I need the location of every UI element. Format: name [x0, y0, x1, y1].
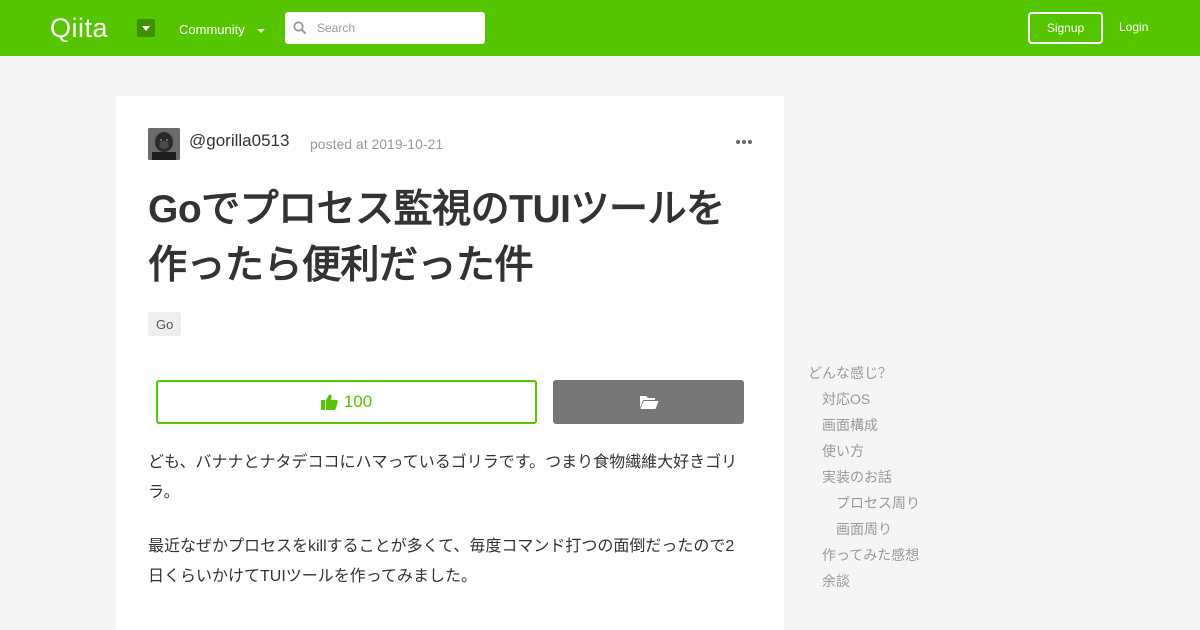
- toc-item[interactable]: 余談: [808, 570, 1008, 596]
- login-link[interactable]: Login: [1119, 20, 1148, 34]
- search-icon: [293, 21, 307, 35]
- header-bar: Qiita Community Signup Login: [0, 0, 1200, 56]
- article-card: @gorilla0513 posted at 2019-10-21 Goでプロセ…: [116, 96, 784, 630]
- paragraph-2: 最近なぜかプロセスをkillすることが多くて、毎度コマンド打つの面倒だったので2…: [148, 538, 735, 585]
- toc-item[interactable]: 画面構成: [808, 414, 1008, 440]
- search-input[interactable]: [317, 21, 477, 35]
- toc-item[interactable]: 対応OS: [808, 388, 1008, 414]
- toc-item[interactable]: 作ってみた感想: [808, 544, 1008, 570]
- author-avatar[interactable]: [148, 128, 180, 160]
- stock-button[interactable]: [553, 380, 744, 424]
- article-title: Goでプロセス監視のTUIツールを作ったら便利だった件: [148, 188, 725, 287]
- like-count: 100: [343, 392, 373, 411]
- toc-item[interactable]: どんな感じ？: [808, 362, 1008, 388]
- paragraph-1: ども、バナナとナタデココにハマっているゴリラです。つまり食物繊維大好きゴリラ。: [148, 454, 738, 501]
- tag-go[interactable]: Go: [148, 312, 182, 336]
- posted-date: posted at 2019-10-21: [310, 136, 444, 152]
- qiita-logo[interactable]: Qiita: [50, 14, 126, 42]
- like-button[interactable]: 100: [156, 380, 537, 424]
- toc-item[interactable]: 実装のお話: [808, 466, 1008, 492]
- search-box[interactable]: [285, 12, 485, 44]
- toc-item[interactable]: 画面周り: [808, 518, 1008, 544]
- chevron-down-icon: [256, 28, 265, 33]
- community-label: Community: [179, 22, 245, 37]
- toc-item[interactable]: プロセス周り: [808, 492, 1008, 518]
- community-menu[interactable]: Community: [179, 22, 265, 37]
- folder-open-icon: [639, 396, 658, 409]
- author-username[interactable]: @gorilla0513: [189, 131, 289, 151]
- signup-button[interactable]: Signup: [1028, 12, 1103, 44]
- toc-item[interactable]: 使い方: [808, 440, 1008, 466]
- logo-text: Qiita: [50, 14, 109, 42]
- more-horizontal-icon[interactable]: [736, 140, 752, 144]
- thumbs-up-icon: [320, 394, 338, 410]
- table-of-contents: どんな感じ？ 対応OS 画面構成 使い方 実装のお話 プロセス周り 画面周り 作…: [808, 362, 1008, 596]
- logo-menu-caret-icon[interactable]: [137, 19, 155, 37]
